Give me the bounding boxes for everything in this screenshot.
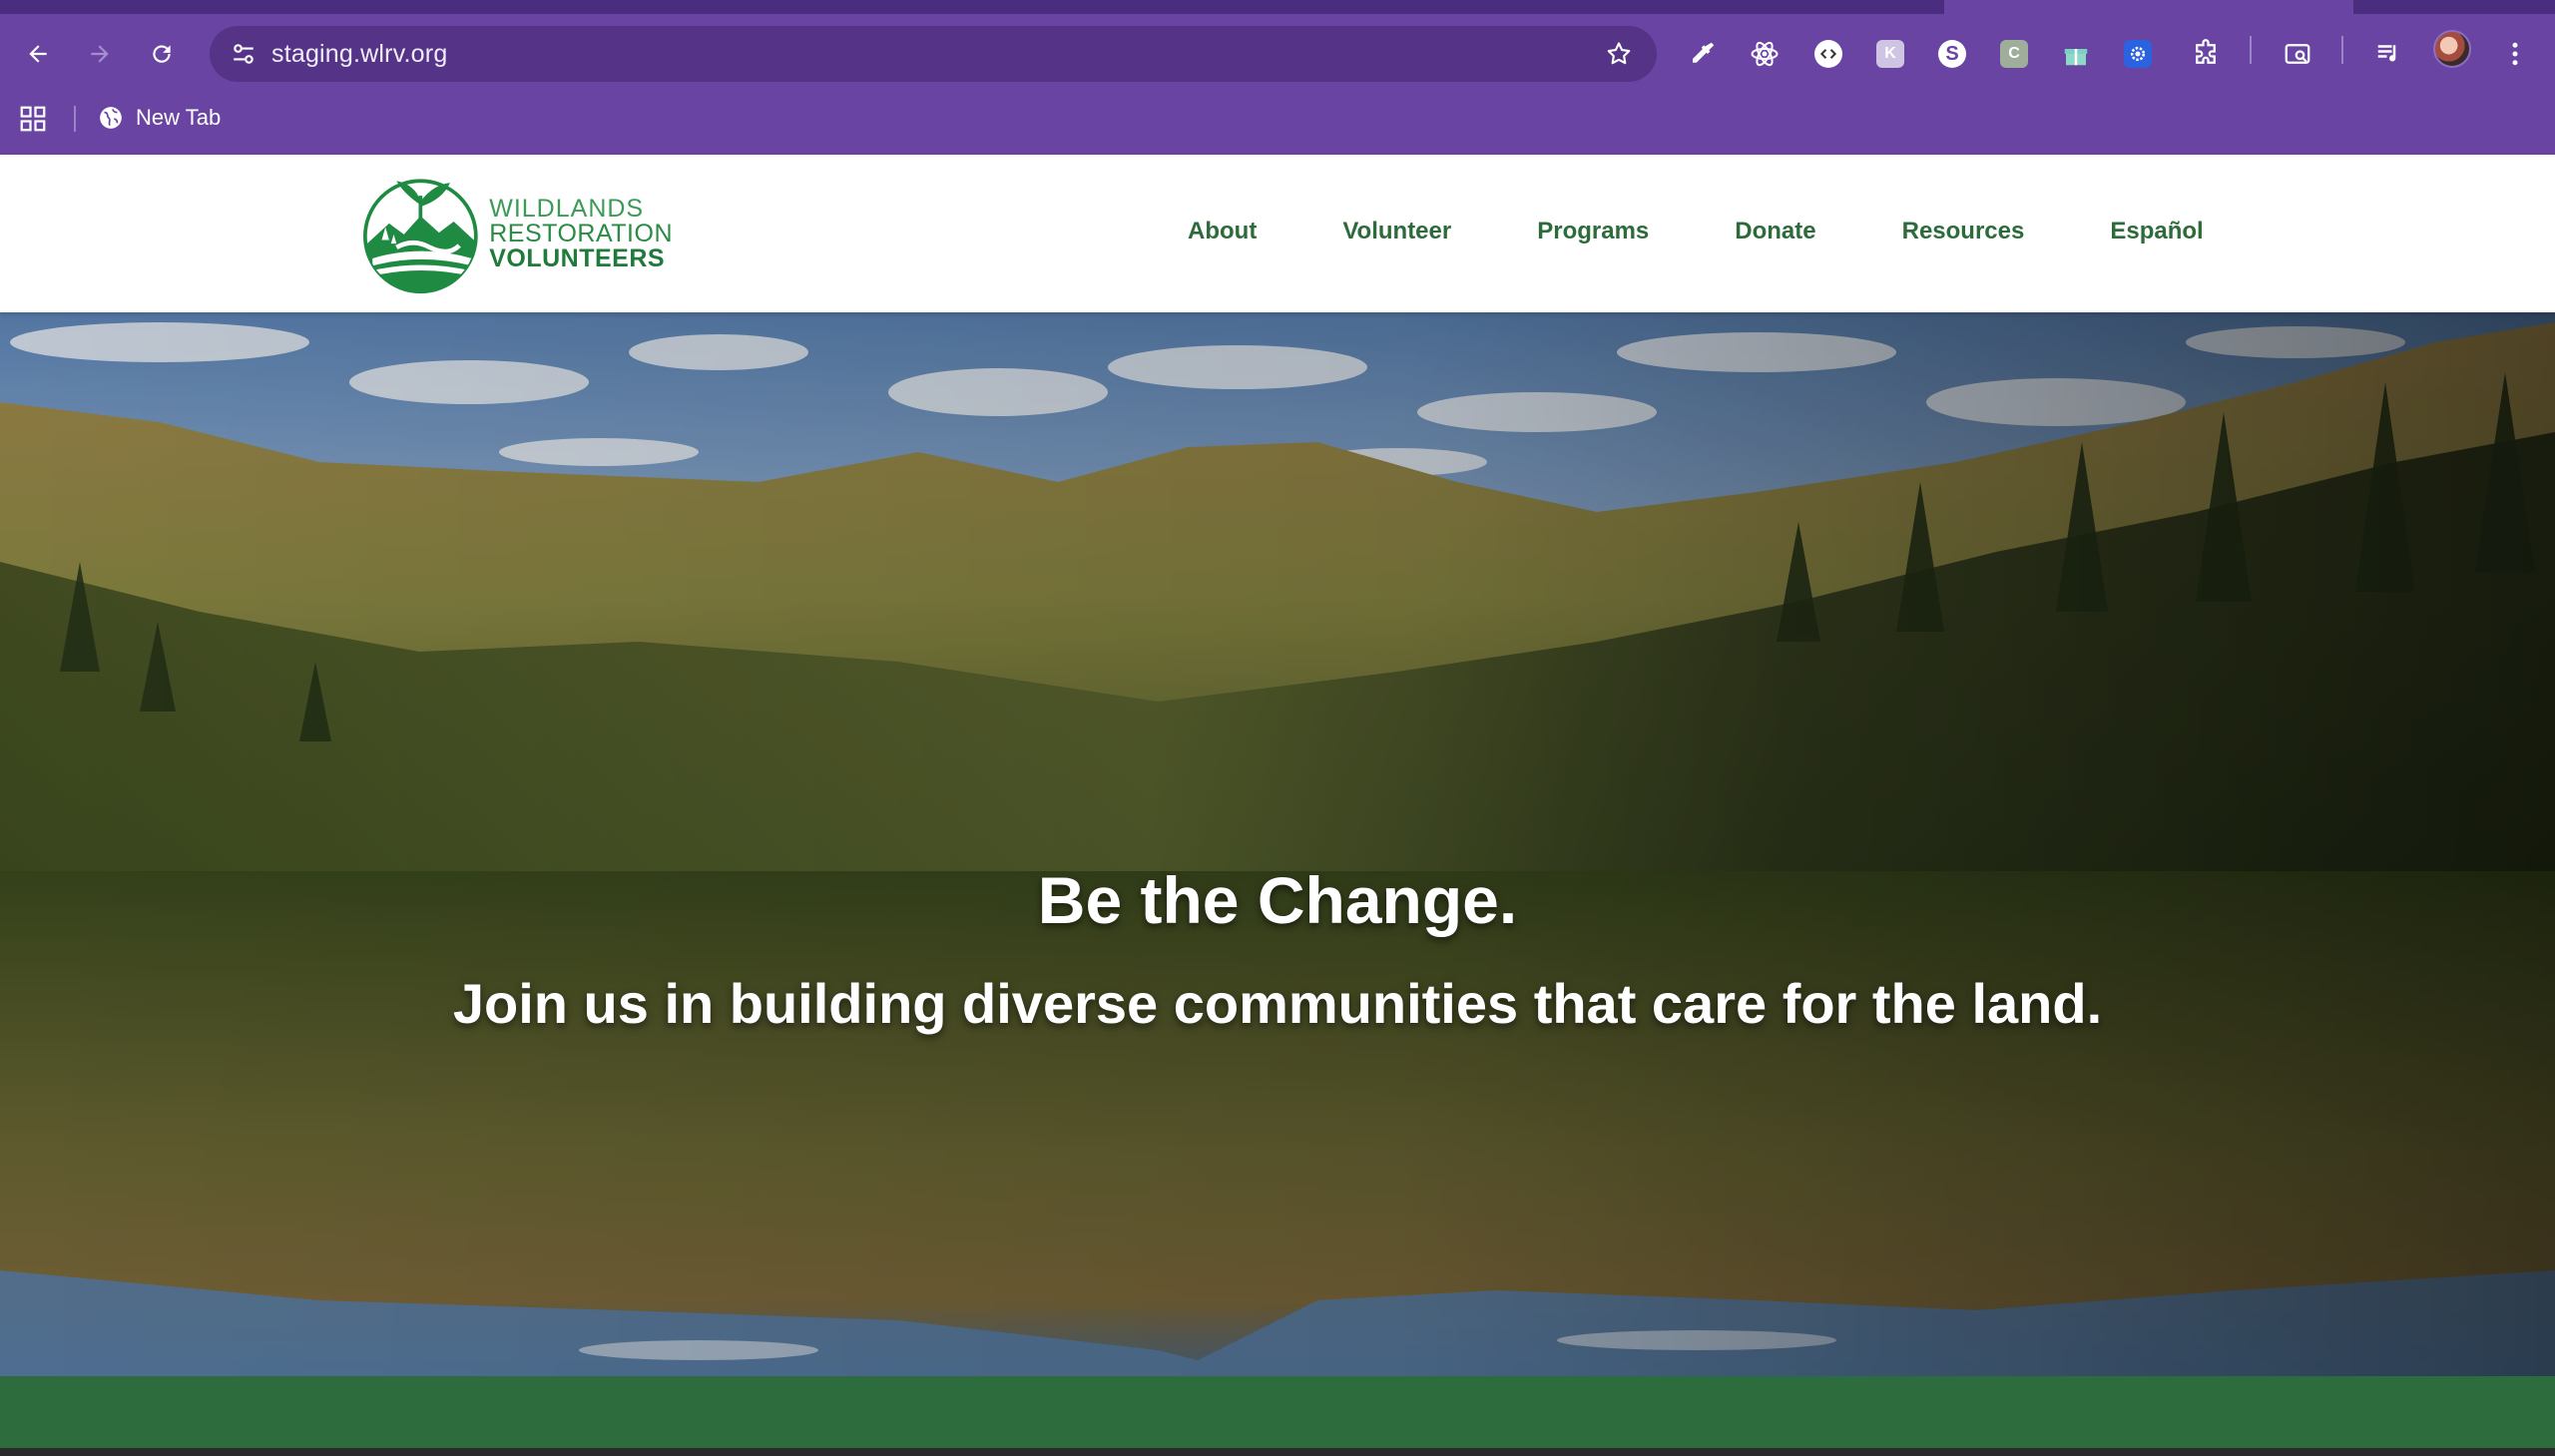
- eyedropper-extension-icon[interactable]: [1683, 34, 1723, 74]
- reload-button[interactable]: [140, 32, 184, 76]
- reload-icon: [153, 45, 171, 63]
- arrow-left-icon: [29, 45, 47, 63]
- web-page: WILDLANDS RESTORATION VOLUNTEERS About V…: [0, 155, 2555, 1456]
- tune-icon: [234, 44, 254, 64]
- browser-toolbar: staging.wlrv.org K S C: [0, 22, 2555, 86]
- tab-strip: [0, 0, 2555, 14]
- nav-espanol[interactable]: Español: [2110, 215, 2203, 248]
- logo-line-3: VOLUNTEERS: [489, 243, 666, 272]
- browser-chrome: staging.wlrv.org K S C New Tab: [0, 0, 2555, 155]
- apps-grid-icon[interactable]: [18, 104, 48, 134]
- search-tab-icon[interactable]: [2278, 34, 2317, 74]
- toolbar-separator: [2341, 36, 2343, 64]
- puzzle-extensions-icon[interactable]: [2186, 34, 2226, 74]
- toolbar-separator: [2250, 36, 2252, 64]
- window-bottom-edge: [0, 1448, 2555, 1456]
- forward-button[interactable]: [78, 32, 122, 76]
- kebab-menu-icon[interactable]: [2495, 34, 2535, 74]
- hero-subtitle: Join us in building diverse communities …: [452, 972, 2103, 1035]
- nav-programs[interactable]: Programs: [1537, 215, 1649, 248]
- k-extension-icon[interactable]: K: [1870, 34, 1910, 74]
- logo-wordmark: WILDLANDS RESTORATION VOLUNTEERS: [489, 194, 673, 272]
- back-button[interactable]: [16, 32, 60, 76]
- logo-emblem-icon: [363, 179, 478, 294]
- bookmarks-bar: New Tab: [0, 96, 2555, 140]
- bookmarks-separator: [74, 106, 76, 132]
- footer-band: [0, 1376, 2555, 1456]
- gift-extension-icon[interactable]: [2056, 34, 2096, 74]
- nav-donate[interactable]: Donate: [1735, 215, 1815, 248]
- arrow-right-icon: [91, 45, 109, 63]
- hero-title: Be the Change.: [1037, 863, 1518, 937]
- address-bar[interactable]: staging.wlrv.org: [210, 26, 1657, 82]
- star-outline-icon: [1607, 42, 1631, 65]
- site-logo[interactable]: WILDLANDS RESTORATION VOLUNTEERS: [363, 169, 673, 298]
- site-info-button[interactable]: [224, 34, 263, 74]
- bookmark-star-button[interactable]: [1599, 34, 1639, 74]
- profile-avatar[interactable]: [2433, 30, 2471, 68]
- media-controls-icon[interactable]: [2369, 34, 2409, 74]
- nav-resources[interactable]: Resources: [1902, 215, 2025, 248]
- bookmark-new-tab[interactable]: New Tab: [98, 102, 221, 134]
- code-extension-icon[interactable]: [1808, 34, 1848, 74]
- globe-icon: [100, 107, 122, 129]
- site-header: WILDLANDS RESTORATION VOLUNTEERS About V…: [0, 155, 2555, 312]
- main-navigation: About Volunteer Programs Donate Resource…: [1188, 215, 2204, 248]
- logo-line-1: WILDLANDS: [489, 194, 645, 223]
- logo-line-2: RESTORATION: [489, 219, 673, 247]
- c-extension-icon[interactable]: C: [1994, 34, 2034, 74]
- gear-extension-icon[interactable]: [2118, 34, 2158, 74]
- url-text[interactable]: staging.wlrv.org: [271, 40, 447, 68]
- nav-volunteer[interactable]: Volunteer: [1342, 215, 1451, 248]
- nav-about[interactable]: About: [1188, 215, 1257, 248]
- s-extension-icon[interactable]: S: [1932, 34, 1972, 74]
- active-tab-edge: [1944, 0, 2353, 14]
- react-devtools-extension-icon[interactable]: [1745, 34, 1785, 74]
- hero-landscape-image: [0, 312, 2555, 1376]
- hero-banner: Be the Change. Join us in building diver…: [0, 312, 2555, 1376]
- bookmark-label: New Tab: [136, 105, 222, 130]
